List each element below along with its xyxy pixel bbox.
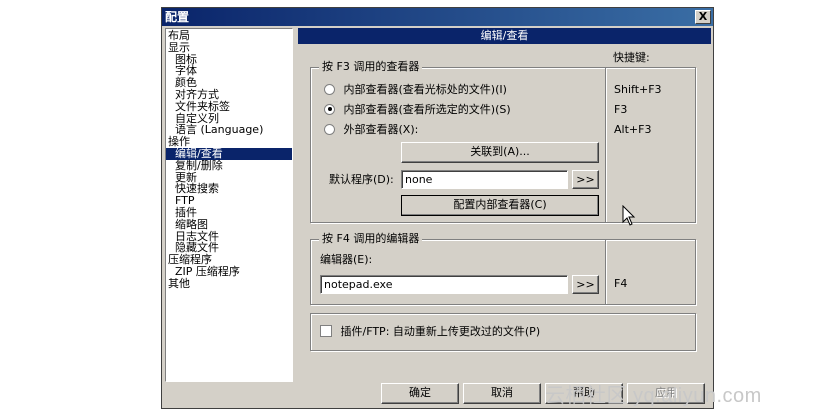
associate-button-label: 关联到(A)... <box>470 145 530 158</box>
tree-item[interactable]: 插件 <box>166 207 292 219</box>
hotkey-divider <box>605 240 606 304</box>
plugin-ftp-reupload-checkbox[interactable] <box>320 325 332 337</box>
plugin-ftp-group: 插件/FTP: 自动重新上传更改过的文件(P) <box>310 313 696 351</box>
radio-button[interactable] <box>324 123 335 135</box>
default-program-browse-button[interactable]: >> <box>572 170 599 189</box>
editor-group-label: 按 F4 调用的编辑器 <box>319 232 423 246</box>
radio-button[interactable] <box>324 83 335 95</box>
tree-item[interactable]: 对齐方式 <box>166 89 292 101</box>
hotkey-alt-f3: Alt+F3 <box>614 123 652 136</box>
mouse-cursor-icon <box>622 205 636 226</box>
configure-viewer-button[interactable]: 配置内部查看器(C) <box>401 195 599 216</box>
hotkey-shift-f3: Shift+F3 <box>614 83 662 96</box>
editor-browse-button[interactable]: >> <box>572 275 599 294</box>
tree-item[interactable]: 显示 <box>166 41 292 54</box>
close-button[interactable]: X <box>695 10 711 24</box>
window-title: 配置 <box>165 10 190 24</box>
tree-item[interactable]: 编辑/查看 <box>166 148 292 160</box>
tree-item[interactable]: 复制/删除 <box>166 159 292 172</box>
radio-label: 内部查看器(查看光标处的文件)(I) <box>343 83 507 96</box>
editor-label: 编辑器(E): <box>320 253 373 266</box>
radio-label: 外部查看器(X): <box>343 123 419 136</box>
browse-icon: >> <box>576 173 595 186</box>
tree-item[interactable]: 文件夹标签 <box>166 100 292 113</box>
hotkey-f3: F3 <box>614 103 628 116</box>
viewer-group: 按 F3 调用的查看器 内部查看器(查看光标处的文件)(I) Shift+F3 … <box>310 60 696 223</box>
default-program-label: 默认程序(D): <box>329 173 394 186</box>
cancel-button-label: 取消 <box>491 386 513 399</box>
pane-title: 编辑/查看 <box>298 28 711 44</box>
default-program-input[interactable]: none <box>401 170 568 189</box>
radio-viewer-cursor[interactable]: 内部查看器(查看光标处的文件)(I) <box>324 83 507 97</box>
radio-button[interactable] <box>324 103 335 115</box>
tree-item[interactable]: 缩略图 <box>166 218 292 231</box>
tree-item[interactable]: 其他 <box>166 277 292 290</box>
editor-group: 按 F4 调用的编辑器 编辑器(E): notepad.exe >> F4 <box>310 232 696 305</box>
close-icon: X <box>698 10 708 23</box>
plugin-ftp-reupload-label: 插件/FTP: 自动重新上传更改过的文件(P) <box>340 325 541 338</box>
hotkey-f4: F4 <box>614 277 628 290</box>
associate-button[interactable]: 关联到(A)... <box>401 142 599 163</box>
tree-item[interactable]: ZIP 压缩程序 <box>166 266 292 278</box>
radio-viewer-external[interactable]: 外部查看器(X): <box>324 123 418 137</box>
cancel-button[interactable]: 取消 <box>463 383 541 404</box>
watermark: 云栖社区 yq.aliyun.com <box>545 385 762 407</box>
ok-button-label: 确定 <box>409 386 431 399</box>
radio-label: 内部查看器(查看所选定的文件)(S) <box>343 103 511 116</box>
viewer-group-label: 按 F3 调用的查看器 <box>319 60 423 74</box>
title-bar: 配置 X <box>162 8 713 26</box>
browse-icon: >> <box>576 278 595 291</box>
hotkey-column-title: 快捷键: <box>613 51 650 64</box>
plugin-ftp-reupload-checkbox-row[interactable]: 插件/FTP: 自动重新上传更改过的文件(P) <box>320 325 540 339</box>
editor-input[interactable]: notepad.exe <box>320 275 568 294</box>
hotkey-divider <box>605 68 606 222</box>
radio-viewer-selected[interactable]: 内部查看器(查看所选定的文件)(S) <box>324 103 511 117</box>
configure-viewer-button-label: 配置内部查看器(C) <box>453 198 547 211</box>
settings-tree[interactable]: 布局 显示 图标 字体 颜色 对齐方式 文件夹标签 自定义列 语言 (Language) 操作 编辑… <box>165 28 293 382</box>
ok-button[interactable]: 确定 <box>381 383 459 404</box>
